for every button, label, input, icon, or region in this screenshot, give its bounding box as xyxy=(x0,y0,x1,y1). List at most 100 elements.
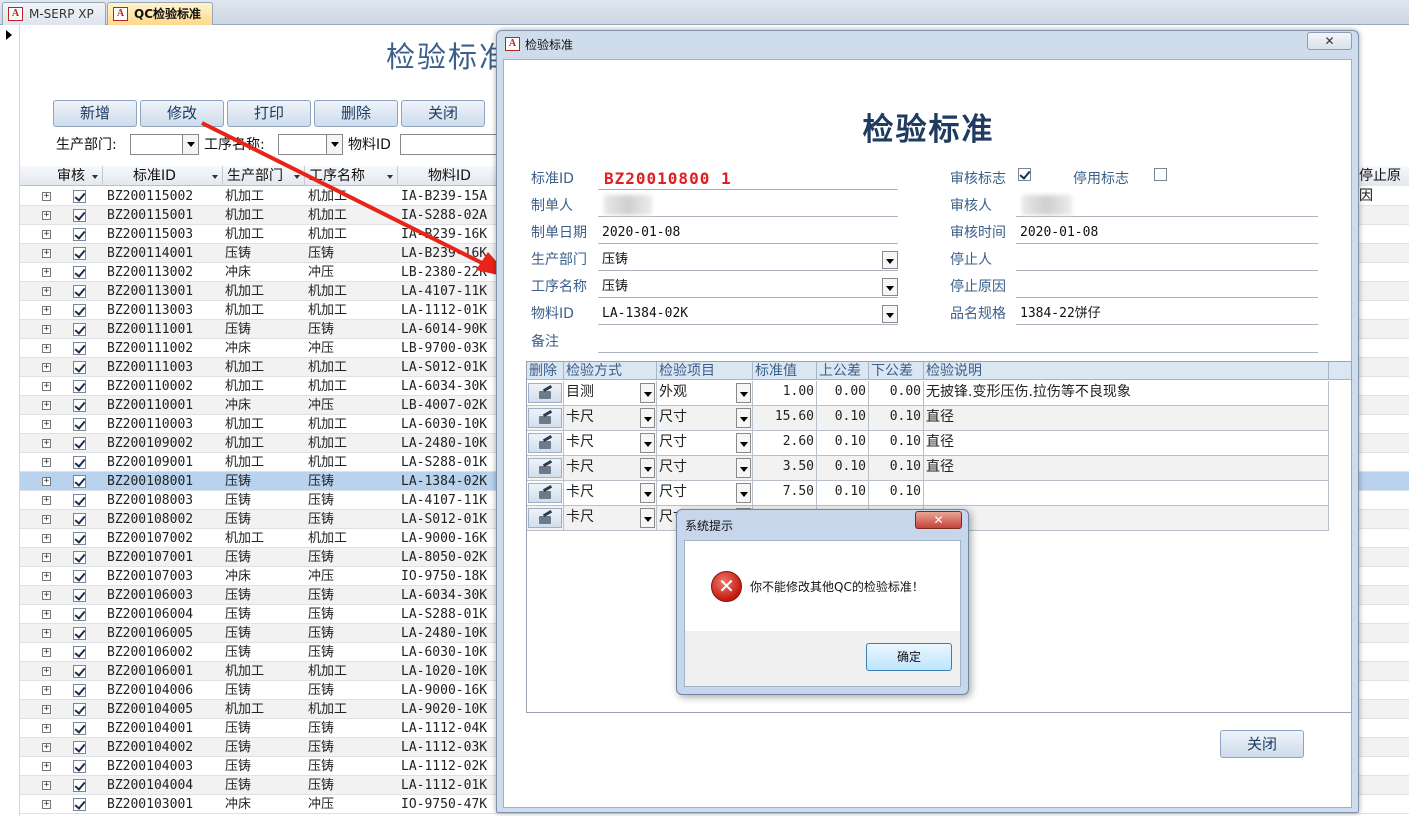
tab-m-serp-xp[interactable]: A M-SERP XP xyxy=(2,2,106,25)
method-combo[interactable]: 卡尺 xyxy=(564,406,657,430)
item-combo[interactable]: 尺寸 xyxy=(657,431,753,455)
upper-tol-cell[interactable]: 0.10 xyxy=(817,431,869,455)
chevron-down-icon[interactable] xyxy=(640,383,655,403)
material-filter-input[interactable] xyxy=(400,134,500,155)
expand-row-icon[interactable]: + xyxy=(42,325,51,334)
subgrid-row[interactable]: 目测 外观 1.00 0.00 0.00 无披锋.变形压伤.拉伤等不良现象 xyxy=(527,381,1329,406)
subgrid-row[interactable]: 卡尺 尺寸 3.50 0.10 0.10 直径 xyxy=(527,456,1329,481)
creator-field[interactable] xyxy=(598,195,898,217)
std-value-cell[interactable]: 7.50 xyxy=(753,481,817,505)
chevron-down-icon[interactable] xyxy=(640,508,655,528)
col-header-stop-reason[interactable]: 停止原因 xyxy=(1356,166,1409,204)
delete-row-icon[interactable] xyxy=(528,508,562,528)
chevron-down-icon[interactable] xyxy=(882,251,898,269)
expand-row-icon[interactable]: + xyxy=(42,762,51,771)
chevron-down-icon[interactable] xyxy=(640,408,655,428)
audit-checkbox[interactable] xyxy=(73,399,86,412)
audit-checkbox[interactable] xyxy=(73,684,86,697)
audit-checkbox[interactable] xyxy=(73,437,86,450)
audit-checkbox[interactable] xyxy=(73,247,86,260)
expand-row-icon[interactable]: + xyxy=(42,572,51,581)
method-combo[interactable]: 卡尺 xyxy=(564,481,657,505)
item-combo[interactable]: 外观 xyxy=(657,381,753,405)
chevron-down-icon[interactable] xyxy=(736,383,751,403)
dept-filter-combo[interactable] xyxy=(130,134,199,155)
item-combo[interactable]: 尺寸 xyxy=(657,456,753,480)
expand-row-icon[interactable]: + xyxy=(42,705,51,714)
audit-checkbox[interactable] xyxy=(73,190,86,203)
expand-row-icon[interactable]: + xyxy=(42,211,51,220)
process-filter-combo[interactable] xyxy=(278,134,343,155)
chevron-down-icon[interactable] xyxy=(736,483,751,503)
delete-row-icon[interactable] xyxy=(528,433,562,453)
subgrid-row[interactable]: 卡尺 尺寸 2.60 0.10 0.10 直径 xyxy=(527,431,1329,456)
audit-checkbox[interactable] xyxy=(73,285,86,298)
expand-row-icon[interactable]: + xyxy=(42,591,51,600)
expand-row-icon[interactable]: + xyxy=(42,686,51,695)
print-button[interactable]: 打印 xyxy=(227,100,311,127)
expand-row-icon[interactable]: + xyxy=(42,667,51,676)
expand-row-icon[interactable]: + xyxy=(42,287,51,296)
expand-row-icon[interactable]: + xyxy=(42,629,51,638)
audit-checkbox[interactable] xyxy=(73,798,86,811)
chevron-down-icon[interactable] xyxy=(882,278,898,296)
expand-row-icon[interactable]: + xyxy=(42,249,51,258)
audit-checkbox[interactable] xyxy=(73,589,86,602)
expand-row-icon[interactable]: + xyxy=(42,496,51,505)
dialog-close-button[interactable]: 关闭 xyxy=(1220,730,1304,758)
upper-tol-cell[interactable]: 0.00 xyxy=(817,381,869,405)
lower-tol-cell[interactable]: 0.10 xyxy=(869,481,924,505)
delete-button[interactable]: 删除 xyxy=(314,100,398,127)
form-record-selector[interactable] xyxy=(0,25,20,816)
audit-flag-checkbox[interactable] xyxy=(1018,168,1031,181)
audit-checkbox[interactable] xyxy=(73,304,86,317)
std-value-cell[interactable]: 3.50 xyxy=(753,456,817,480)
audit-checkbox[interactable] xyxy=(73,323,86,336)
sort-dropdown-icon[interactable] xyxy=(387,175,393,179)
audit-checkbox[interactable] xyxy=(73,513,86,526)
expand-row-icon[interactable]: + xyxy=(42,306,51,315)
disable-flag-checkbox[interactable] xyxy=(1154,168,1167,181)
upper-tol-cell[interactable]: 0.10 xyxy=(817,406,869,430)
expand-row-icon[interactable]: + xyxy=(42,192,51,201)
expand-row-icon[interactable]: + xyxy=(42,610,51,619)
chevron-down-icon[interactable] xyxy=(736,458,751,478)
std-value-cell[interactable]: 1.00 xyxy=(753,381,817,405)
lower-tol-cell[interactable]: 0.10 xyxy=(869,431,924,455)
expand-row-icon[interactable]: + xyxy=(42,420,51,429)
remark-field[interactable] xyxy=(598,331,1318,353)
chevron-down-icon[interactable] xyxy=(640,458,655,478)
method-combo[interactable]: 目测 xyxy=(564,381,657,405)
dept-combo[interactable]: 压铸 xyxy=(598,249,898,271)
delete-row-icon[interactable] xyxy=(528,483,562,503)
audit-checkbox[interactable] xyxy=(73,266,86,279)
message-box-close-button[interactable]: ✕ xyxy=(915,511,962,529)
audit-checkbox[interactable] xyxy=(73,494,86,507)
col-header-audit[interactable]: 审核 xyxy=(53,166,103,186)
note-cell[interactable] xyxy=(924,506,1329,530)
std-value-cell[interactable]: 15.60 xyxy=(753,406,817,430)
note-cell[interactable]: 无披锋.变形压伤.拉伤等不良现象 xyxy=(924,381,1329,405)
chevron-down-icon[interactable] xyxy=(736,408,751,428)
audit-checkbox[interactable] xyxy=(73,608,86,621)
chevron-down-icon[interactable] xyxy=(736,433,751,453)
audit-checkbox[interactable] xyxy=(73,722,86,735)
tab-qc-standard[interactable]: A QC检验标准 xyxy=(107,2,213,25)
audit-checkbox[interactable] xyxy=(73,627,86,640)
expand-row-icon[interactable]: + xyxy=(42,781,51,790)
audit-checkbox[interactable] xyxy=(73,665,86,678)
audit-checkbox[interactable] xyxy=(73,551,86,564)
add-button[interactable]: 新增 xyxy=(53,100,137,127)
audit-checkbox[interactable] xyxy=(73,475,86,488)
expand-row-icon[interactable]: + xyxy=(42,800,51,809)
upper-tol-cell[interactable]: 0.10 xyxy=(817,481,869,505)
audit-checkbox[interactable] xyxy=(73,760,86,773)
sort-dropdown-icon[interactable] xyxy=(212,175,218,179)
ok-button[interactable]: 确定 xyxy=(866,643,952,671)
expand-row-icon[interactable]: + xyxy=(42,534,51,543)
expand-row-icon[interactable]: + xyxy=(42,268,51,277)
standard-id-field[interactable]: BZ20010800 1 xyxy=(598,168,898,190)
lower-tol-cell[interactable]: 0.10 xyxy=(869,456,924,480)
edit-button[interactable]: 修改 xyxy=(140,100,224,127)
stop-reason-field[interactable] xyxy=(1016,276,1318,298)
